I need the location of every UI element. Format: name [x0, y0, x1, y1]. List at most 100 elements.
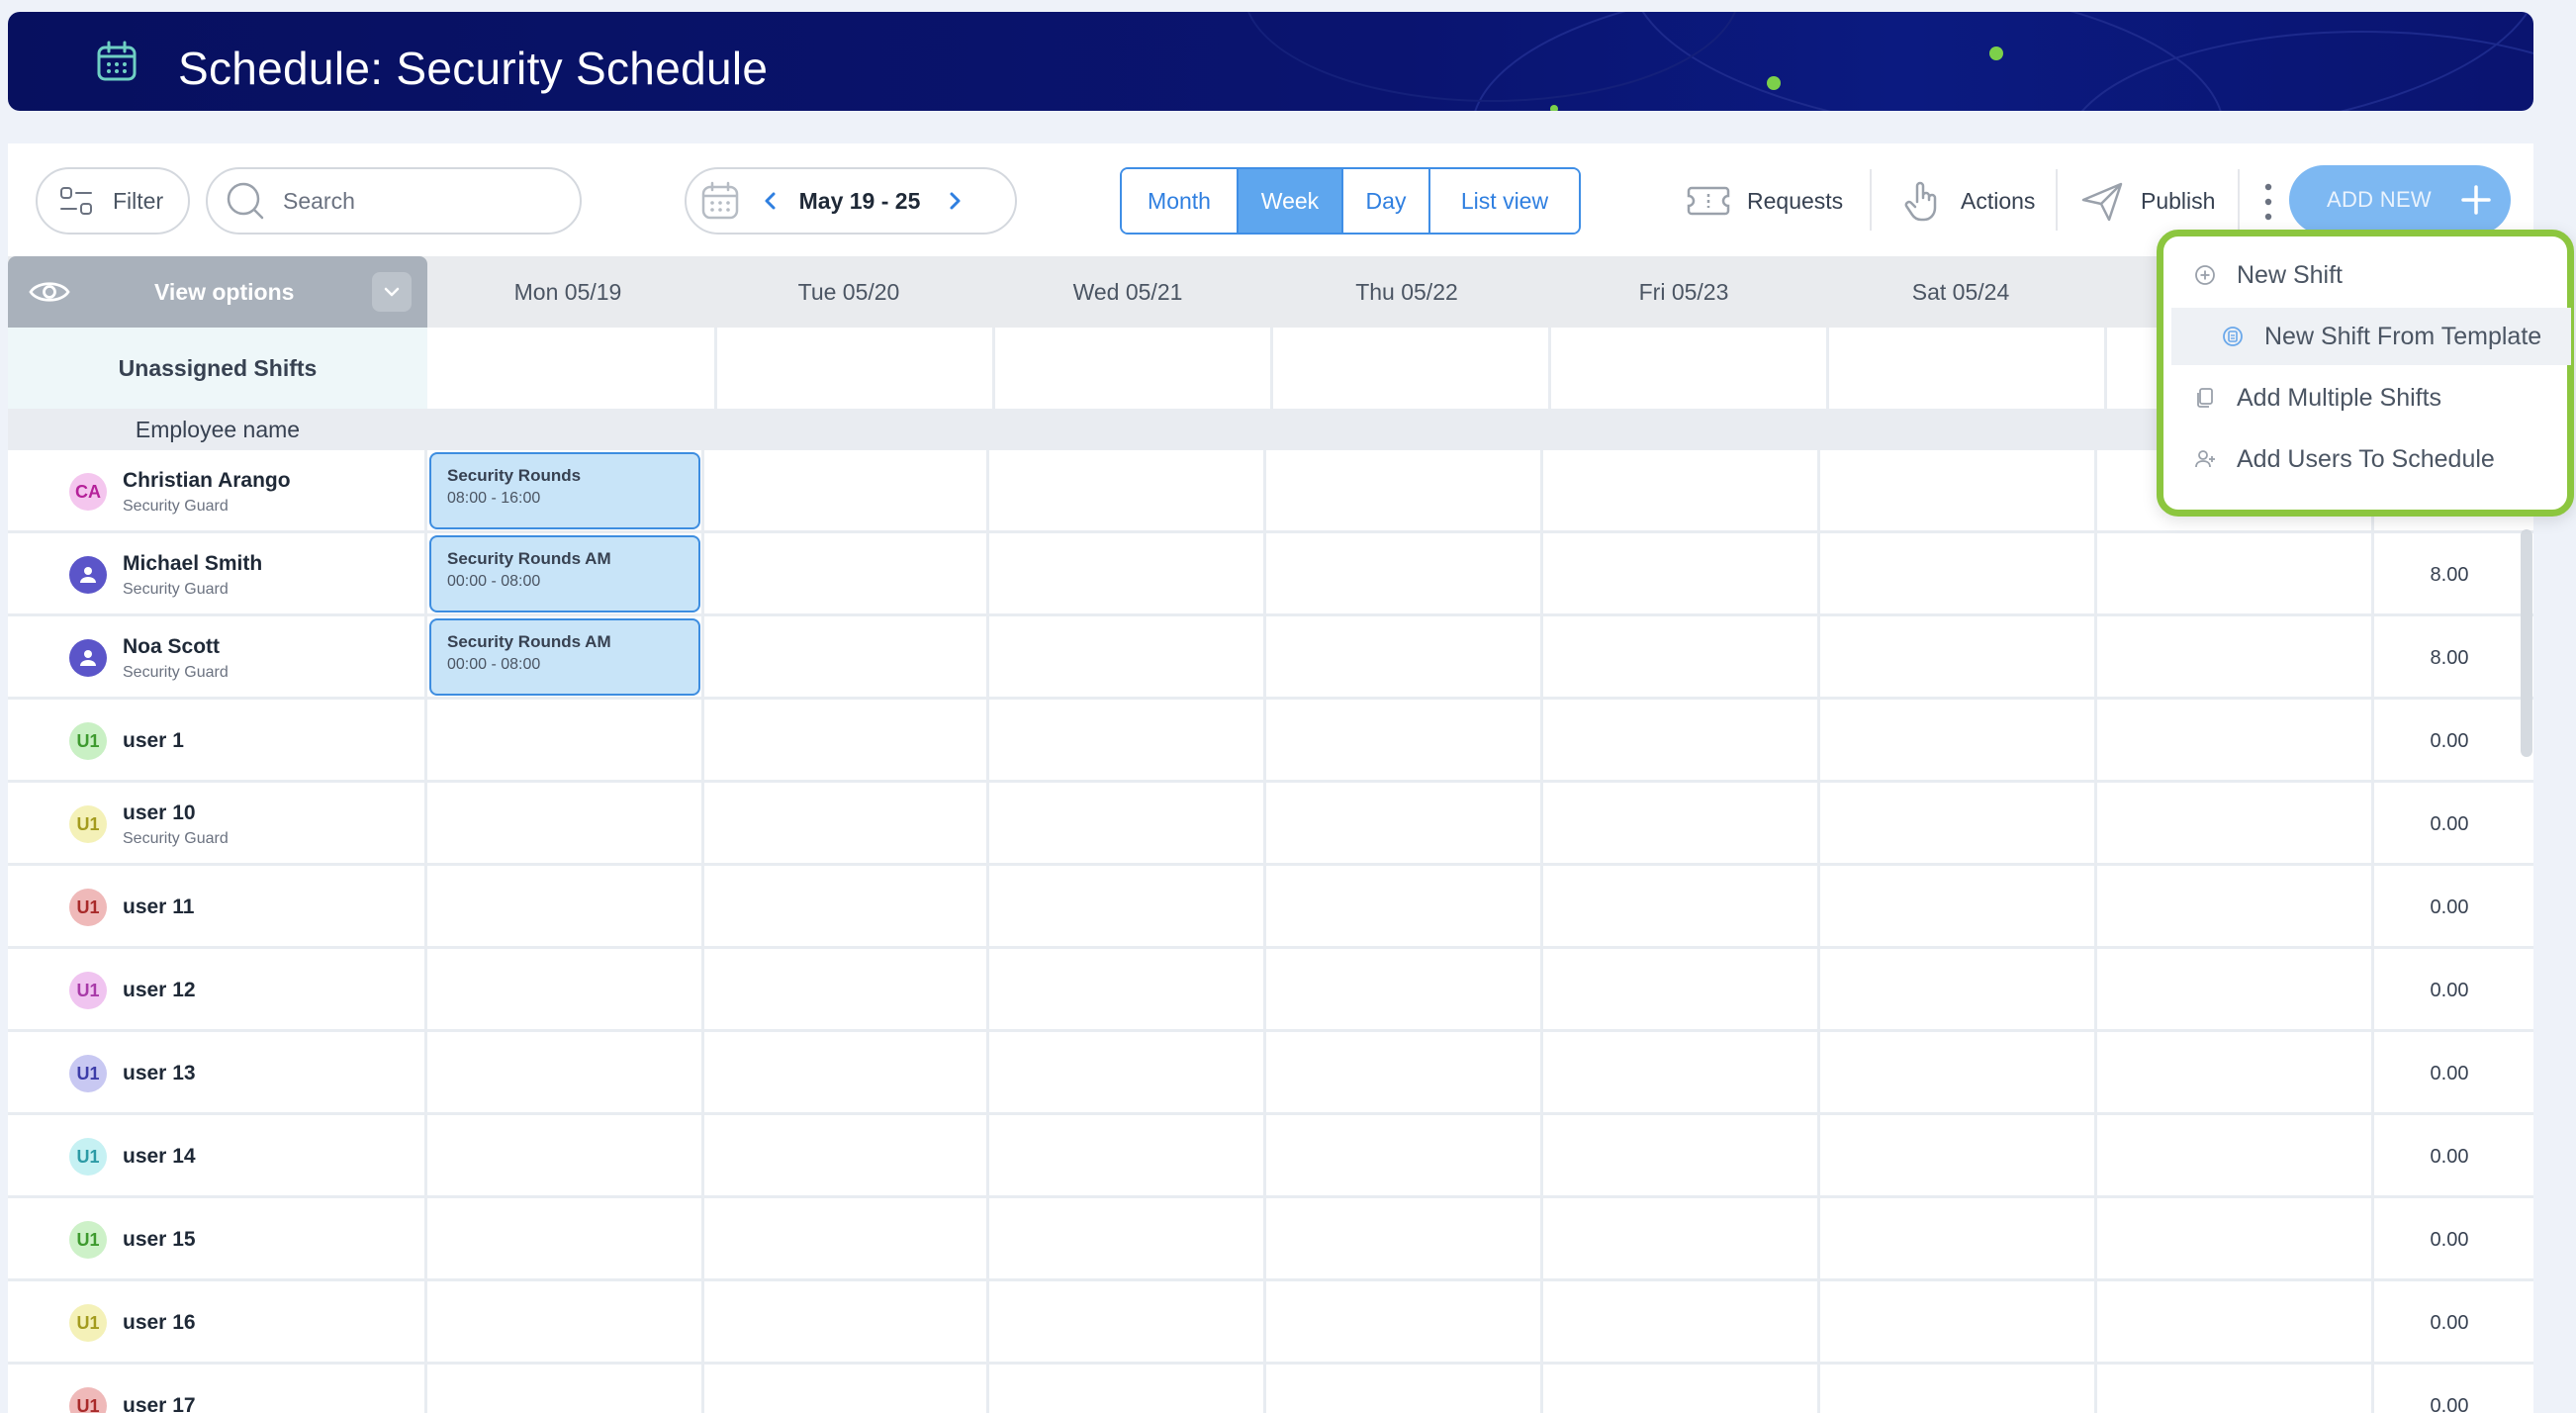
schedule-cell[interactable]: [989, 616, 1266, 700]
schedule-cell[interactable]: [427, 1198, 704, 1281]
schedule-cell[interactable]: [989, 783, 1266, 866]
schedule-cell[interactable]: [1266, 783, 1543, 866]
schedule-cell[interactable]: [2097, 1365, 2374, 1413]
add-new-button[interactable]: ADD NEW: [2289, 165, 2511, 235]
calendar-picker-icon[interactable]: [698, 179, 742, 223]
schedule-cell[interactable]: [989, 1365, 1266, 1413]
search-box[interactable]: [206, 167, 582, 235]
view-options-button[interactable]: View options: [8, 256, 427, 328]
schedule-cell[interactable]: [2097, 1198, 2374, 1281]
schedule-cell[interactable]: [1820, 783, 2097, 866]
schedule-cell[interactable]: [1543, 949, 1820, 1032]
schedule-cell[interactable]: [1543, 450, 1820, 533]
requests-button[interactable]: Requests: [1686, 173, 1843, 229]
schedule-cell[interactable]: [1820, 1365, 2097, 1413]
employee-name-cell[interactable]: U1 user 12: [8, 949, 427, 1032]
employee-name-cell[interactable]: U1 user 1: [8, 700, 427, 783]
schedule-cell[interactable]: [989, 1281, 1266, 1365]
schedule-cell[interactable]: [1543, 533, 1820, 616]
next-week-button[interactable]: [940, 186, 969, 216]
schedule-cell[interactable]: [1543, 1032, 1820, 1115]
schedule-cell[interactable]: [712, 1365, 989, 1413]
search-input[interactable]: [283, 187, 560, 215]
schedule-cell[interactable]: [712, 700, 989, 783]
schedule-cell[interactable]: [1266, 1032, 1543, 1115]
employee-name-cell[interactable]: CA Christian Arango Security Guard: [8, 450, 427, 533]
schedule-cell[interactable]: [427, 1365, 704, 1413]
unassigned-cell[interactable]: [717, 328, 995, 409]
shift-block[interactable]: Security Rounds 08:00 - 16:00: [429, 452, 700, 529]
employee-name-cell[interactable]: U1 user 16: [8, 1281, 427, 1365]
schedule-cell[interactable]: [712, 450, 989, 533]
schedule-cell[interactable]: [1820, 1032, 2097, 1115]
unassigned-cell[interactable]: [995, 328, 1273, 409]
tab-list-view[interactable]: List view: [1430, 169, 1579, 233]
previous-week-button[interactable]: [756, 186, 785, 216]
schedule-cell[interactable]: [989, 1198, 1266, 1281]
schedule-cell[interactable]: [1820, 616, 2097, 700]
schedule-cell[interactable]: [1820, 866, 2097, 949]
schedule-cell[interactable]: [1820, 700, 2097, 783]
schedule-cell[interactable]: [989, 533, 1266, 616]
tab-month[interactable]: Month: [1122, 169, 1239, 233]
schedule-cell[interactable]: [2097, 533, 2374, 616]
employee-name-cell[interactable]: U1 user 14: [8, 1115, 427, 1198]
schedule-cell[interactable]: [712, 1032, 989, 1115]
schedule-cell[interactable]: [1266, 866, 1543, 949]
schedule-cell[interactable]: [1266, 1365, 1543, 1413]
schedule-cell[interactable]: [712, 949, 989, 1032]
more-options-icon[interactable]: [2258, 177, 2278, 227]
filter-button[interactable]: Filter: [36, 167, 190, 235]
schedule-cell[interactable]: [1820, 533, 2097, 616]
employee-name-cell[interactable]: Michael Smith Security Guard: [8, 533, 427, 616]
tab-week[interactable]: Week: [1239, 169, 1343, 233]
schedule-cell[interactable]: [989, 700, 1266, 783]
schedule-cell[interactable]: [1266, 1115, 1543, 1198]
schedule-cell[interactable]: [1266, 949, 1543, 1032]
view-options-toggle[interactable]: [372, 272, 412, 312]
schedule-cell[interactable]: [712, 866, 989, 949]
schedule-cell[interactable]: [1820, 1198, 2097, 1281]
schedule-cell[interactable]: [2097, 616, 2374, 700]
schedule-cell[interactable]: [2097, 1115, 2374, 1198]
unassigned-cell[interactable]: [1829, 328, 2107, 409]
schedule-cell[interactable]: [1820, 450, 2097, 533]
unassigned-cell[interactable]: [1273, 328, 1551, 409]
schedule-cell[interactable]: [989, 949, 1266, 1032]
schedule-cell[interactable]: [2097, 866, 2374, 949]
schedule-cell[interactable]: [989, 1032, 1266, 1115]
schedule-cell[interactable]: [427, 1032, 704, 1115]
schedule-cell[interactable]: [1266, 450, 1543, 533]
schedule-cell[interactable]: [1266, 616, 1543, 700]
unassigned-cell[interactable]: [1551, 328, 1829, 409]
schedule-cell[interactable]: [2097, 949, 2374, 1032]
tab-day[interactable]: Day: [1343, 169, 1430, 233]
schedule-cell[interactable]: [1820, 1115, 2097, 1198]
menu-item-add-users-to-schedule[interactable]: Add Users To Schedule: [2163, 430, 2567, 488]
schedule-cell[interactable]: [712, 1198, 989, 1281]
schedule-cell[interactable]: [1820, 1281, 2097, 1365]
schedule-cell[interactable]: [1543, 1365, 1820, 1413]
employee-name-cell[interactable]: U1 user 10 Security Guard: [8, 783, 427, 866]
schedule-cell[interactable]: [989, 1115, 1266, 1198]
schedule-cell[interactable]: [2097, 1032, 2374, 1115]
schedule-cell[interactable]: [712, 533, 989, 616]
schedule-cell[interactable]: [1266, 700, 1543, 783]
schedule-cell[interactable]: [427, 700, 704, 783]
schedule-cell[interactable]: [1543, 783, 1820, 866]
unassigned-cell[interactable]: [427, 328, 717, 409]
schedule-cell[interactable]: [1266, 1281, 1543, 1365]
schedule-cell[interactable]: [1543, 616, 1820, 700]
schedule-cell[interactable]: [427, 783, 704, 866]
employee-name-cell[interactable]: Noa Scott Security Guard: [8, 616, 427, 700]
schedule-cell[interactable]: [1543, 1198, 1820, 1281]
schedule-cell[interactable]: [1266, 533, 1543, 616]
employee-name-cell[interactable]: U1 user 11: [8, 866, 427, 949]
schedule-cell[interactable]: [1820, 949, 2097, 1032]
schedule-cell[interactable]: [427, 1115, 704, 1198]
schedule-cell[interactable]: [2097, 783, 2374, 866]
employee-name-cell[interactable]: U1 user 13: [8, 1032, 427, 1115]
schedule-cell[interactable]: [712, 783, 989, 866]
schedule-cell[interactable]: [712, 616, 989, 700]
vertical-scrollbar[interactable]: [2521, 529, 2532, 757]
